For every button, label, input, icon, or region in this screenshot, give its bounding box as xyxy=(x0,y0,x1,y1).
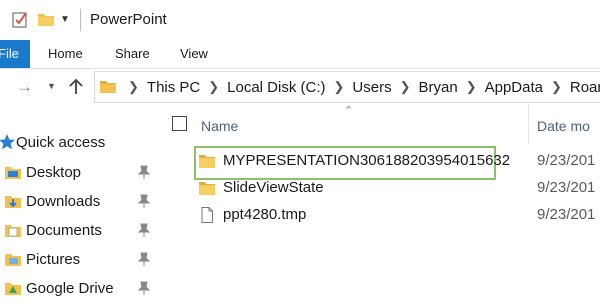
folder-icon xyxy=(199,155,215,168)
up-arrow-icon[interactable] xyxy=(69,79,83,95)
sidebar-item-quick-access[interactable]: Quick access xyxy=(0,128,158,156)
pin-icon[interactable] xyxy=(138,165,150,179)
breadcrumb-chevron-icon[interactable]: ❯ xyxy=(334,79,345,95)
breadcrumb-roaming[interactable]: Roaming xyxy=(570,79,600,96)
title-separator xyxy=(80,9,81,31)
tab-file[interactable]: File xyxy=(0,40,30,68)
sort-ascending-icon: ⌃ xyxy=(344,105,354,117)
breadcrumb: ❯ This PC ❯ Local Disk (C:) ❯ Users ❯ Br… xyxy=(120,71,600,103)
sidebar-item-label: Downloads xyxy=(26,192,101,210)
column-header-name[interactable]: Name xyxy=(201,118,238,134)
breadcrumb-bryan[interactable]: Bryan xyxy=(419,79,458,96)
sidebar-item-google-drive[interactable]: Google Drive xyxy=(0,274,158,302)
customize-quick-access-chevron-icon[interactable]: ▼ xyxy=(60,14,70,25)
pin-icon[interactable] xyxy=(138,281,150,295)
breadcrumb-chevron-icon[interactable]: ❯ xyxy=(208,79,219,95)
column-header-date-modified[interactable]: Date mo xyxy=(537,118,590,134)
pictures-folder-icon xyxy=(5,254,21,266)
breadcrumb-chevron-icon[interactable]: ❯ xyxy=(551,79,562,95)
pin-icon[interactable] xyxy=(138,223,150,237)
breadcrumb-chevron-icon[interactable]: ❯ xyxy=(128,79,139,95)
tab-share[interactable]: Share xyxy=(115,40,150,68)
file-row-slideviewstate[interactable]: SlideViewState 9/23/201 xyxy=(195,175,600,201)
file-name: SlideViewState xyxy=(223,179,324,196)
file-row-mypresentation[interactable]: MYPRESENTATION306188203954015632 9/23/20… xyxy=(195,148,600,174)
breadcrumb-chevron-icon[interactable]: ❯ xyxy=(466,79,477,95)
column-separator[interactable] xyxy=(528,104,529,144)
star-icon xyxy=(0,134,15,150)
properties-check-icon[interactable] xyxy=(12,10,28,28)
file-date: 9/23/201 xyxy=(537,179,596,196)
google-drive-icon xyxy=(5,283,21,295)
file-date: 9/23/201 xyxy=(537,206,596,223)
select-all-checkbox[interactable] xyxy=(172,116,187,131)
new-folder-icon[interactable] xyxy=(38,12,54,26)
documents-folder-icon xyxy=(5,225,21,237)
sidebar-item-label: Documents xyxy=(26,221,102,239)
address-folder-icon xyxy=(100,81,116,93)
sidebar-item-label: Pictures xyxy=(26,250,81,268)
sidebar-item-label: Desktop xyxy=(26,163,82,181)
breadcrumb-local-disk[interactable]: Local Disk (C:) xyxy=(227,79,325,96)
forward-arrow-icon[interactable]: → xyxy=(16,77,33,97)
sidebar-item-documents[interactable]: Documents xyxy=(0,216,158,244)
breadcrumb-chevron-icon[interactable]: ❯ xyxy=(400,79,411,95)
tab-home[interactable]: Home xyxy=(48,40,83,68)
navigation-pane: Quick access Desktop Downloads Documents… xyxy=(0,104,158,306)
tab-view[interactable]: View xyxy=(180,40,208,68)
file-icon xyxy=(201,207,213,223)
sidebar-item-label: Google Drive xyxy=(26,279,114,297)
breadcrumb-users[interactable]: Users xyxy=(352,79,391,96)
desktop-folder-icon xyxy=(5,167,21,179)
pin-icon[interactable] xyxy=(138,194,150,208)
sidebar-item-pictures[interactable]: Pictures xyxy=(0,245,158,273)
breadcrumb-this-pc[interactable]: This PC xyxy=(147,79,200,96)
pin-icon[interactable] xyxy=(138,252,150,266)
window-title: PowerPoint xyxy=(90,11,167,28)
sidebar-item-downloads[interactable]: Downloads xyxy=(0,187,158,215)
tab-file-label: File xyxy=(0,46,19,61)
file-row-ppt4280[interactable]: ppt4280.tmp 9/23/201 xyxy=(195,202,600,228)
file-name: ppt4280.tmp xyxy=(223,206,307,223)
breadcrumb-appdata[interactable]: AppData xyxy=(485,79,543,96)
folder-icon xyxy=(199,182,215,195)
downloads-folder-icon xyxy=(5,196,21,208)
ribbon-tab-bar xyxy=(0,40,600,69)
file-date: 9/23/201 xyxy=(537,152,596,169)
recent-locations-chevron-icon[interactable]: ▼ xyxy=(47,81,56,91)
sidebar-item-label: Quick access xyxy=(16,133,106,151)
file-name: MYPRESENTATION306188203954015632 xyxy=(223,152,511,169)
sidebar-item-desktop[interactable]: Desktop xyxy=(0,158,158,186)
